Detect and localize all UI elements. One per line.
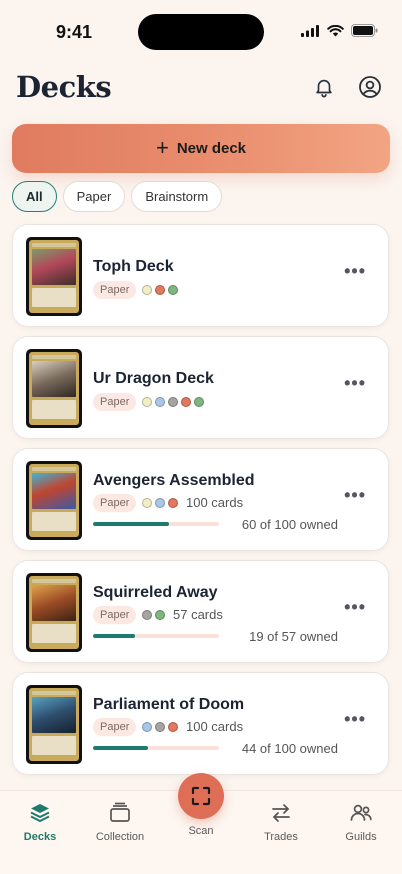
mana-pip xyxy=(155,610,165,620)
deck-name: Squirreled Away xyxy=(93,584,218,601)
new-deck-button[interactable]: + New deck xyxy=(12,124,390,173)
card-count: 57 cards xyxy=(173,607,223,622)
owned-count: 19 of 57 owned xyxy=(249,629,338,644)
tab-decks[interactable]: Decks xyxy=(0,801,80,843)
page-title: Decks xyxy=(16,70,112,104)
filter-chip-all[interactable]: All xyxy=(12,181,57,212)
mana-pip xyxy=(142,722,152,732)
deck-card[interactable]: Toph Deck Paper ••• xyxy=(12,224,389,327)
card-thumbnail xyxy=(26,573,82,652)
tab-label: Guilds xyxy=(345,831,377,843)
deck-card[interactable]: Ur Dragon Deck Paper ••• xyxy=(12,336,389,439)
tab-guilds[interactable]: Guilds xyxy=(321,801,401,843)
owned-count: 44 of 100 owned xyxy=(241,741,338,756)
color-pips xyxy=(142,722,178,732)
status-bar: 9:41 xyxy=(0,0,402,58)
account-button[interactable] xyxy=(355,72,385,102)
card-thumbnail xyxy=(26,237,82,316)
mana-pip xyxy=(194,397,204,407)
deck-name: Avengers Assembled xyxy=(93,472,255,489)
progress-fill xyxy=(93,634,135,638)
deck-tag: Paper xyxy=(93,281,137,299)
plus-icon: + xyxy=(155,134,169,160)
users-icon xyxy=(350,804,372,821)
scan-frame-icon xyxy=(191,786,211,806)
more-options-button[interactable]: ••• xyxy=(344,709,366,730)
filter-chips: All Paper Brainstorm xyxy=(12,181,223,212)
deck-name: Toph Deck xyxy=(93,258,174,275)
mana-pip xyxy=(168,285,178,295)
mana-pip xyxy=(168,498,178,508)
user-circle-icon xyxy=(359,76,381,98)
deck-card[interactable]: Avengers Assembled Paper 100 cards 60 of… xyxy=(12,448,389,551)
filter-chip-brainstorm[interactable]: Brainstorm xyxy=(131,181,223,212)
card-count: 100 cards xyxy=(186,719,244,734)
deck-tag: Paper xyxy=(93,393,137,411)
dynamic-island xyxy=(138,14,264,50)
battery-icon xyxy=(351,24,378,37)
collection-icon xyxy=(110,802,130,822)
card-thumbnail xyxy=(26,685,82,764)
bell-icon xyxy=(316,79,332,98)
more-options-button[interactable]: ••• xyxy=(344,373,366,394)
mana-pip xyxy=(142,397,152,407)
progress-fill xyxy=(93,746,149,750)
deck-card[interactable]: Squirreled Away Paper 57 cards 19 of 57 … xyxy=(12,560,389,663)
tab-label: Trades xyxy=(264,831,298,843)
mana-pip xyxy=(155,397,165,407)
ownership-progress-bar xyxy=(93,522,219,526)
more-options-button[interactable]: ••• xyxy=(344,597,366,618)
card-thumbnail xyxy=(26,349,82,428)
wifi-icon xyxy=(327,24,344,36)
progress-fill xyxy=(93,522,169,526)
status-time: 9:41 xyxy=(56,22,93,42)
card-count: 100 cards xyxy=(186,495,244,510)
tab-label: Collection xyxy=(95,831,145,843)
deck-name: Ur Dragon Deck xyxy=(93,370,214,387)
deck-card[interactable]: Parliament of Doom Paper 100 cards 44 of… xyxy=(12,672,389,775)
filter-chip-paper[interactable]: Paper xyxy=(62,181,126,212)
mana-pip xyxy=(155,722,165,732)
mana-pip xyxy=(155,285,165,295)
ownership-progress-bar xyxy=(93,634,219,638)
mana-pip xyxy=(181,397,191,407)
tab-collection[interactable]: Collection xyxy=(80,801,160,843)
page-header: Decks xyxy=(0,62,402,118)
color-pips xyxy=(142,498,178,508)
mana-pip xyxy=(142,285,152,295)
tab-scan-label: Scan xyxy=(188,825,214,837)
mana-pip xyxy=(155,498,165,508)
deck-tag: Paper xyxy=(93,718,137,736)
ownership-progress-bar xyxy=(93,746,219,750)
scan-button[interactable] xyxy=(178,773,224,819)
mana-pip xyxy=(168,397,178,407)
swap-arrows-icon xyxy=(272,804,290,822)
notifications-button[interactable] xyxy=(309,72,339,102)
system-icons xyxy=(301,24,378,37)
deck-tag: Paper xyxy=(93,494,137,512)
deck-tag: Paper xyxy=(93,606,137,624)
layers-icon xyxy=(30,804,50,822)
color-pips xyxy=(142,397,204,407)
deck-name: Parliament of Doom xyxy=(93,696,245,713)
color-pips xyxy=(142,285,178,295)
color-pips xyxy=(142,610,165,620)
cellular-signal-icon xyxy=(301,24,319,37)
tab-trades[interactable]: Trades xyxy=(241,801,321,843)
mana-pip xyxy=(142,610,152,620)
mana-pip xyxy=(168,722,178,732)
new-deck-label: New deck xyxy=(176,140,247,157)
tab-label: Decks xyxy=(23,831,57,843)
more-options-button[interactable]: ••• xyxy=(344,261,366,282)
owned-count: 60 of 100 owned xyxy=(241,517,338,532)
more-options-button[interactable]: ••• xyxy=(344,485,366,506)
card-thumbnail xyxy=(26,461,82,540)
mana-pip xyxy=(142,498,152,508)
